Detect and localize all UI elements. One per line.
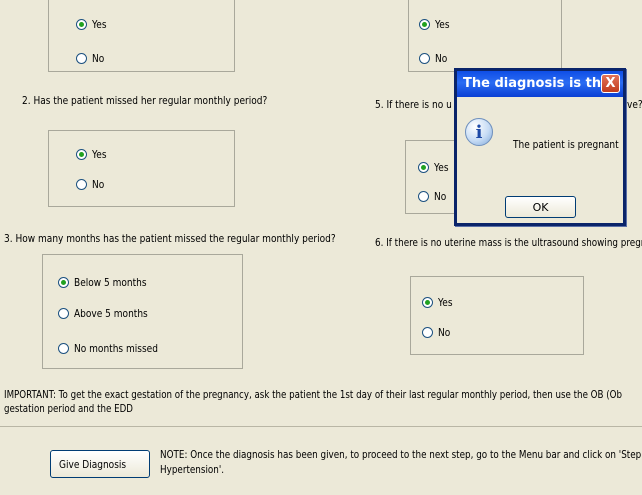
q3-question: 3. How many months has the patient misse… [4, 232, 336, 245]
q4-no-radio[interactable]: No [419, 52, 450, 65]
q3-none-label: No months missed [74, 342, 158, 355]
q6-no-label: No [438, 326, 451, 339]
radio-unchecked-icon [422, 327, 433, 338]
q6-yes-label: Yes [438, 296, 453, 309]
q2-options-group [48, 130, 235, 207]
close-icon: X [605, 76, 616, 91]
q6-options-group [410, 276, 584, 355]
q2-no-radio[interactable]: No [76, 178, 107, 191]
q4-yes-radio[interactable]: Yes [419, 18, 453, 31]
radio-checked-icon [419, 19, 430, 30]
footer-divider [0, 426, 642, 427]
ok-button-label: OK [532, 200, 549, 214]
info-icon: i [465, 118, 493, 146]
q3-above-5-label: Above 5 months [74, 307, 148, 320]
radio-checked-icon [76, 19, 87, 30]
radio-checked-icon [76, 149, 87, 160]
q2-no-label: No [92, 178, 105, 191]
diagnosis-dialog: The diagnosis is that X i The patient is… [454, 68, 626, 226]
ok-button[interactable]: OK [505, 196, 576, 218]
radio-checked-icon [418, 162, 429, 173]
q3-below-5-radio[interactable]: Below 5 months [58, 276, 163, 289]
q5-no-label: No [434, 190, 447, 203]
q2-yes-label: Yes [92, 148, 107, 161]
radio-unchecked-icon [58, 343, 69, 354]
footer-note-line1: NOTE: Once the diagnosis has been given,… [160, 448, 642, 461]
q2-yes-radio[interactable]: Yes [76, 148, 110, 161]
q6-yes-radio[interactable]: Yes [422, 296, 456, 309]
close-button[interactable]: X [601, 74, 620, 93]
q6-no-radio[interactable]: No [422, 326, 453, 339]
important-note-line1: IMPORTANT: To get the exact gestation of… [4, 388, 622, 401]
q1-yes-label: Yes [92, 18, 107, 31]
q5-no-radio[interactable]: No [418, 190, 449, 203]
dialog-message: The patient is pregnant [513, 138, 619, 151]
radio-unchecked-icon [418, 191, 429, 202]
q6-question: 6. If there is no uterine mass is the ul… [375, 236, 642, 249]
q2-question: 2. Has the patient missed her regular mo… [22, 94, 268, 107]
q5-question-end: ve? [627, 98, 642, 111]
q1-no-radio[interactable]: No [76, 52, 107, 65]
q3-below-5-label: Below 5 months [74, 276, 147, 289]
q5-yes-label: Yes [434, 161, 449, 174]
q1-no-label: No [92, 52, 105, 65]
radio-unchecked-icon [419, 53, 430, 64]
q4-yes-label: Yes [435, 18, 450, 31]
radio-unchecked-icon [58, 308, 69, 319]
q5-yes-radio[interactable]: Yes [418, 161, 452, 174]
q3-none-radio[interactable]: No months missed [58, 342, 176, 355]
give-diagnosis-button[interactable]: Give Diagnosis [50, 450, 150, 478]
q1-yes-radio[interactable]: Yes [76, 18, 110, 31]
footer-note-line2: Hypertension'. [160, 463, 225, 476]
important-note-line2: gestation period and the EDD [4, 402, 133, 415]
radio-checked-icon [58, 277, 69, 288]
give-diagnosis-label: Give Diagnosis [59, 457, 127, 471]
radio-checked-icon [422, 297, 433, 308]
dialog-title-bar[interactable]: The diagnosis is that X [457, 71, 623, 97]
q4-no-label: No [435, 52, 448, 65]
q3-above-5-radio[interactable]: Above 5 months [58, 307, 164, 320]
dialog-title: The diagnosis is that [463, 76, 617, 91]
radio-unchecked-icon [76, 53, 87, 64]
radio-unchecked-icon [76, 179, 87, 190]
